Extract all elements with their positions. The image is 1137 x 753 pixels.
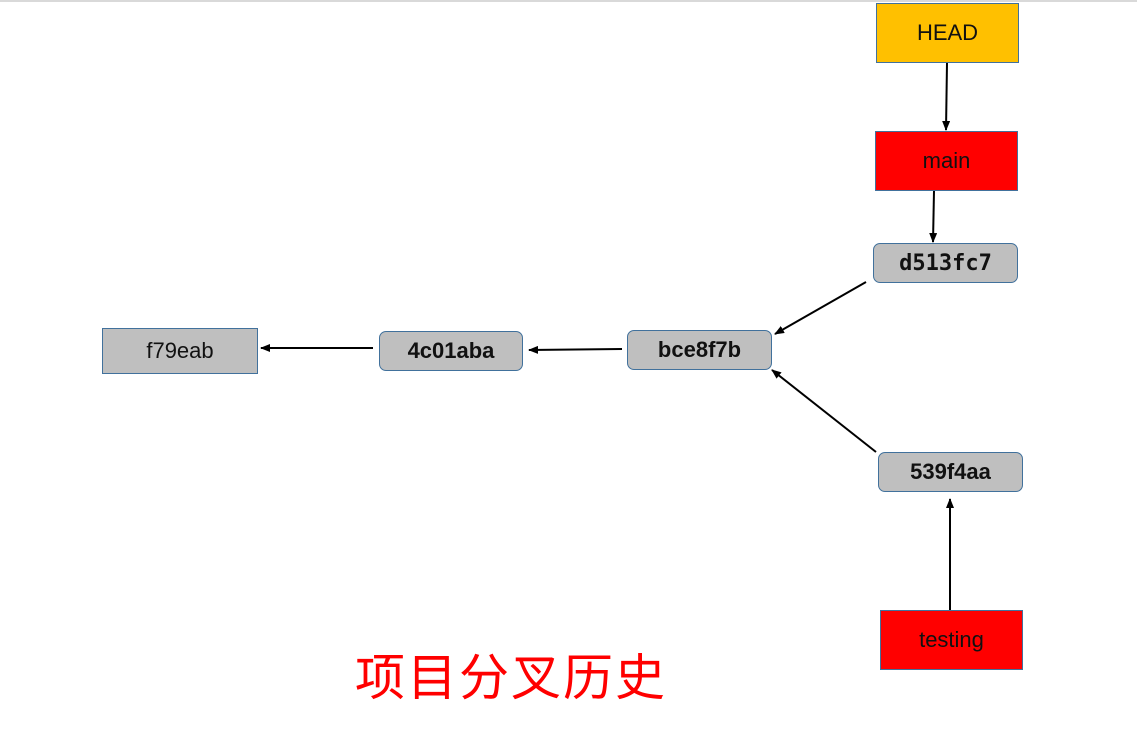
edge-539f4aa-to-bce8f7b [771, 369, 877, 453]
branch-main[interactable]: main [875, 131, 1018, 191]
edge-bce8f7b-to-4c01aba [528, 345, 623, 354]
commit-hash: f79eab [146, 338, 214, 363]
edge-d513fc7-to-bce8f7b [774, 281, 867, 335]
head-label: HEAD [916, 20, 979, 45]
commit-hash: 539f4aa [910, 459, 991, 484]
commit-bce8f7b[interactable]: bce8f7b [627, 330, 772, 370]
commit-539f4aa[interactable]: 539f4aa [878, 452, 1023, 492]
edge-head-to-main [942, 62, 951, 131]
branch-testing-label: testing [919, 627, 984, 652]
commit-f79eab[interactable]: f79eab [102, 328, 258, 374]
branch-testing[interactable]: testing [880, 610, 1023, 670]
commit-4c01aba[interactable]: 4c01aba [379, 331, 523, 371]
branch-main-label: main [922, 148, 971, 173]
head-pointer[interactable]: HEAD [876, 3, 1019, 63]
commit-hash: 4c01aba [407, 338, 495, 363]
commit-hash: d513fc7 [899, 250, 992, 276]
edge-main-to-d513fc7 [929, 190, 938, 243]
diagram-caption: 项目分叉历史 [355, 649, 667, 707]
commit-hash: bce8f7b [657, 337, 742, 362]
commit-d513fc7[interactable]: d513fc7 [873, 243, 1018, 283]
